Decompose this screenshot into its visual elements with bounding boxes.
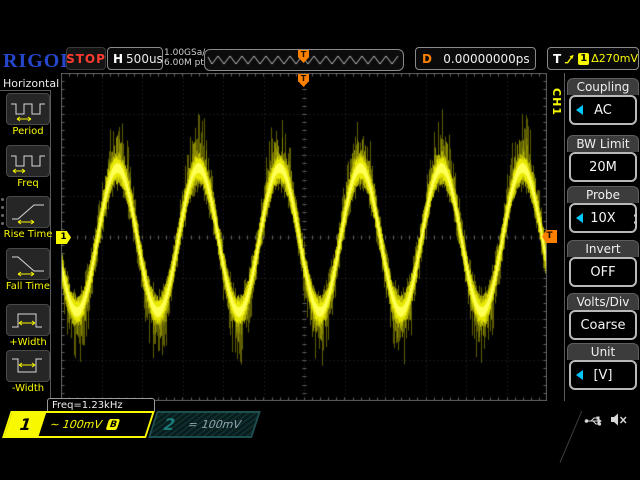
graticule-canvas — [61, 73, 547, 401]
softkey-value: OFF — [590, 265, 615, 280]
channel2-coupling-symbol: = — [186, 418, 199, 431]
speaker-mute-icon — [610, 412, 628, 427]
softkey-value: Coarse — [580, 318, 625, 333]
softkey-label-probe: Probe — [567, 186, 639, 203]
softkey-label-invert: Invert — [567, 240, 639, 257]
plus-width-icon — [9, 307, 47, 333]
menu-button-minus-width[interactable]: -Width — [0, 350, 56, 394]
menu-button-label: +Width — [0, 337, 56, 348]
softkey-coupling[interactable]: AC — [569, 95, 637, 125]
menu-button-plus-width[interactable]: +Width — [0, 304, 56, 348]
trigger-level-value: Δ270mV — [591, 52, 638, 65]
left-menu-title: Horizontal — [3, 77, 59, 90]
waveform-preview-bar[interactable]: T — [204, 49, 404, 71]
rising-slope-icon — [564, 53, 576, 65]
delay-value: 0.00000000ps — [438, 52, 535, 66]
freq-icon — [9, 148, 47, 174]
run-state-indicator[interactable]: STOP — [66, 47, 106, 70]
softkey-label-coupling: Coupling — [567, 78, 639, 95]
softkey-value: AC — [594, 103, 612, 118]
softkey-label-volts-div: Volts/Div — [567, 293, 639, 310]
menu-button-freq[interactable]: Freq — [0, 145, 56, 189]
menu-button-fall-time[interactable]: Fall Time — [0, 248, 56, 292]
menu-button-label: -Width — [0, 383, 56, 394]
left-menu-divider — [0, 90, 50, 91]
right-menu-channel-label: CH1 — [550, 88, 563, 116]
softkey-label-unit: Unit — [567, 343, 639, 360]
timebase-key: H — [113, 52, 123, 66]
left-arrow-icon — [576, 213, 583, 223]
timebase-value: 500us — [126, 52, 163, 66]
channel2-scale: 100mV — [199, 418, 242, 431]
softkey-invert[interactable]: OFF — [569, 257, 637, 287]
menu-button-label: Rise Time — [0, 229, 56, 240]
trigger-source-badge: 1 — [578, 53, 589, 65]
menu-button-label: Period — [0, 126, 56, 137]
menu-button-rise-time[interactable]: Rise Time — [0, 196, 56, 240]
trigger-key: T — [553, 52, 561, 66]
page-indicator-dot — [1, 214, 4, 217]
softkey-value: 10X — [590, 211, 615, 226]
softkey-volts-div[interactable]: Coarse — [569, 310, 637, 340]
left-arrow-icon — [576, 105, 583, 115]
trigger-readout[interactable]: T 1 Δ270mV — [547, 47, 639, 70]
channel1-number: 1 — [5, 413, 46, 436]
softkey-bw-limit[interactable]: 20M — [569, 152, 637, 182]
channel1-status-badge[interactable]: 1 ~ 100mV B — [2, 411, 155, 438]
softkey-value: [V] — [593, 368, 612, 383]
period-icon — [9, 96, 47, 122]
page-indicator-dot — [634, 221, 637, 224]
channel1-bw-limit-badge: B — [106, 419, 121, 430]
menu-button-period[interactable]: Period — [0, 93, 56, 137]
left-arrow-icon — [576, 370, 583, 380]
softkey-probe[interactable]: 10X — [569, 203, 637, 233]
softkey-value: 20M — [589, 160, 617, 175]
rise-time-icon — [9, 199, 47, 225]
timebase-readout[interactable]: H 500us — [107, 47, 163, 70]
delay-readout[interactable]: D 0.00000000ps — [415, 47, 536, 70]
menu-button-label: Freq — [0, 178, 56, 189]
page-indicator-dot — [634, 214, 637, 217]
panel-edge-divider — [560, 411, 583, 463]
oscilloscope-screen: RIGOL STOP H 500us 1.00GSa/s 6.00M pts T… — [0, 0, 640, 480]
run-state-label: STOP — [66, 52, 106, 66]
channel1-scale: 100mV — [60, 418, 103, 431]
menu-button-label: Fall Time — [0, 281, 56, 292]
usb-icon — [584, 414, 606, 428]
softkey-unit[interactable]: [V] — [569, 360, 637, 390]
right-menu-border — [564, 73, 565, 401]
softkey-label-bw-limit: BW Limit — [567, 135, 639, 152]
channel2-status-badge[interactable]: 2 = 100mV — [148, 411, 261, 438]
channel1-coupling-symbol: ~ — [48, 418, 61, 431]
delay-key: D — [422, 52, 432, 66]
page-indicator-dot — [1, 198, 4, 201]
fall-time-icon — [9, 251, 47, 277]
page-indicator-dot — [1, 206, 4, 209]
channel2-number: 2 — [151, 415, 187, 434]
brand-logo: RIGOL — [3, 50, 75, 73]
page-indicator-dot — [1, 222, 4, 225]
minus-width-icon — [9, 353, 47, 379]
